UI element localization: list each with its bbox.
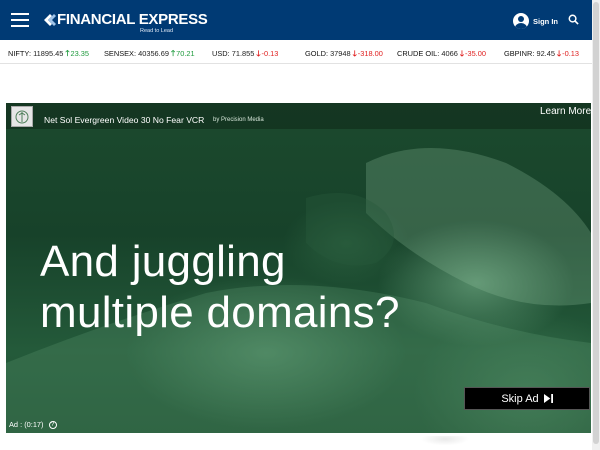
video-ad[interactable]: Net Sol Evergreen Video 30 No Fear VCR b… <box>6 103 591 433</box>
site-header: FINANCIAL EXPRESS Read to Lead Sign In <box>0 0 600 40</box>
ticker-item-usd[interactable]: USD: 71.855 🡓-0.13 <box>212 48 278 62</box>
ticker-item-sensex[interactable]: SENSEX: 40356.69 🡑70.21 <box>104 48 195 62</box>
ticker-name: CRUDE OIL: <box>397 49 440 58</box>
advertiser-logo[interactable] <box>11 106 33 127</box>
ticker-value: 40356.69 <box>138 49 169 58</box>
ticker-change: -0.13 <box>562 49 579 58</box>
logo-text: FINANCIAL EXPRESS <box>57 11 208 28</box>
ticker-value: 11895.45 <box>33 49 64 58</box>
skip-ad-button[interactable]: Skip Ad <box>464 387 590 410</box>
ticker-item-crude-oil[interactable]: CRUDE OIL: 4066 🡓-35.00 <box>397 48 486 62</box>
arrow-down-icon: 🡓 <box>556 49 562 58</box>
arrow-down-icon: 🡓 <box>459 49 464 58</box>
arrow-down-icon: 🡓 <box>352 49 357 58</box>
ticker-change: 23.35 <box>70 49 90 58</box>
advertiser-logo-icon <box>15 110 29 123</box>
ticker-change: -318.00 <box>357 49 383 58</box>
ticker-value: 4066 <box>441 49 458 58</box>
ticker-name: GBPINR: <box>504 49 535 58</box>
sign-in-button[interactable]: Sign In <box>513 13 558 29</box>
market-ticker: NIFTY: 11895.45 🡑23.35 SENSEX: 40356.69 🡑7… <box>0 40 600 64</box>
hamburger-menu-button[interactable] <box>11 13 29 27</box>
ad-by-label: by Precision Media <box>213 117 264 123</box>
ticker-name: USD: <box>212 49 230 58</box>
ticker-item-nifty[interactable]: NIFTY: 11895.45 🡑23.35 <box>8 48 89 62</box>
ticker-change: -35.00 <box>465 49 486 58</box>
ticker-change: -0.13 <box>261 49 279 58</box>
arrow-down-icon: 🡓 <box>256 49 261 58</box>
learn-more-link[interactable]: Learn More <box>540 106 591 117</box>
search-icon[interactable] <box>568 14 579 25</box>
ad-headline-line-1: And juggling <box>40 237 286 286</box>
ad-timer: Ad : (0:17) ? <box>9 420 57 429</box>
ticker-item-gbpinr[interactable]: GBPINR: 92.45 🡓-0.13 <box>504 48 579 62</box>
ticker-name: NIFTY: <box>8 49 31 58</box>
ad-title[interactable]: Net Sol Evergreen Video 30 No Fear VCR <box>44 115 204 125</box>
arrow-up-icon: 🡑 <box>65 49 70 58</box>
skip-ad-label: Skip Ad <box>501 392 539 405</box>
hamburger-line <box>11 13 29 15</box>
hamburger-line <box>11 25 29 27</box>
sign-in-label: Sign In <box>533 16 558 26</box>
page-scrollbar[interactable] <box>592 0 600 450</box>
logo-mark-icon <box>44 14 56 26</box>
help-icon[interactable]: ? <box>48 420 57 429</box>
hamburger-line <box>11 19 29 21</box>
arrow-up-icon: 🡑 <box>170 49 176 58</box>
ticker-name: GOLD: <box>305 49 328 58</box>
ticker-value: 71.855 <box>231 49 255 58</box>
ticker-value: 92.45 <box>536 49 555 58</box>
ad-headline: And juggling multiple domains? <box>40 236 400 338</box>
logo-tagline: Read to Lead <box>140 28 174 34</box>
user-icon <box>513 13 529 29</box>
ticker-change: 70.21 <box>176 49 195 58</box>
skip-next-icon <box>543 394 553 403</box>
ad-headline-line-2: multiple domains? <box>40 288 400 337</box>
ticker-value: 37948 <box>330 49 351 58</box>
scrollbar-thumb[interactable] <box>593 2 599 444</box>
ticker-name: SENSEX: <box>104 49 137 58</box>
ticker-item-gold[interactable]: GOLD: 37948 🡓-318.00 <box>305 48 383 62</box>
ad-timer-label: Ad : (0:17) <box>9 420 44 429</box>
partial-image <box>420 436 470 450</box>
